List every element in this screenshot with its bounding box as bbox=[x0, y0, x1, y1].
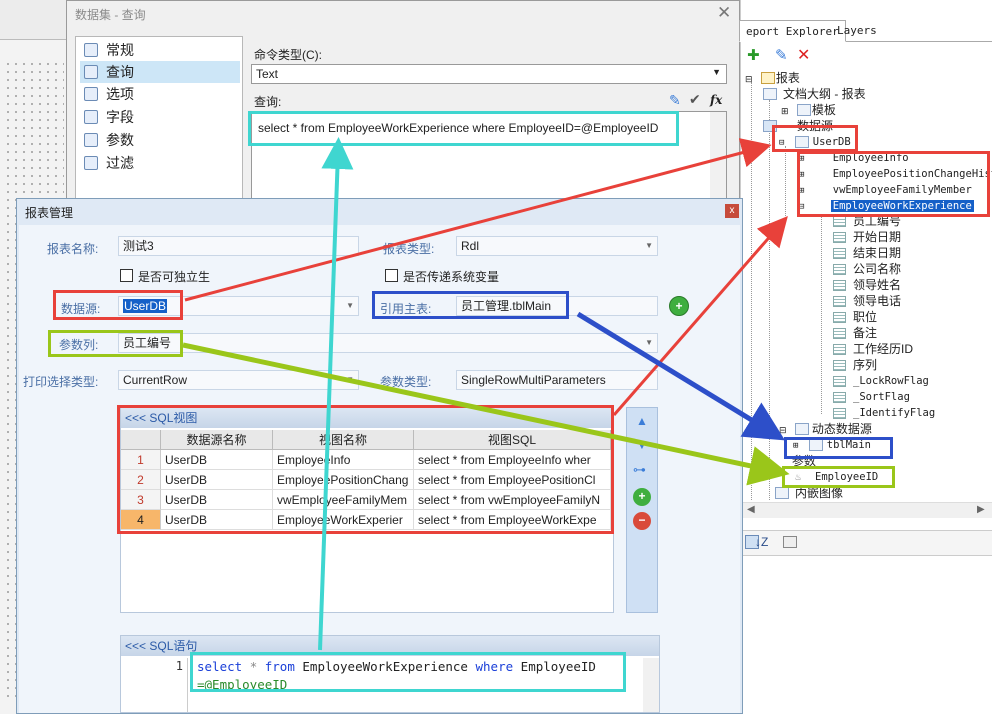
arrow-datasource bbox=[184, 138, 772, 302]
arrow-param-col bbox=[182, 342, 790, 486]
annotation-arrows bbox=[182, 137, 790, 651]
arrow-ref-table bbox=[576, 311, 786, 441]
arrow-sql-statement bbox=[318, 137, 354, 651]
